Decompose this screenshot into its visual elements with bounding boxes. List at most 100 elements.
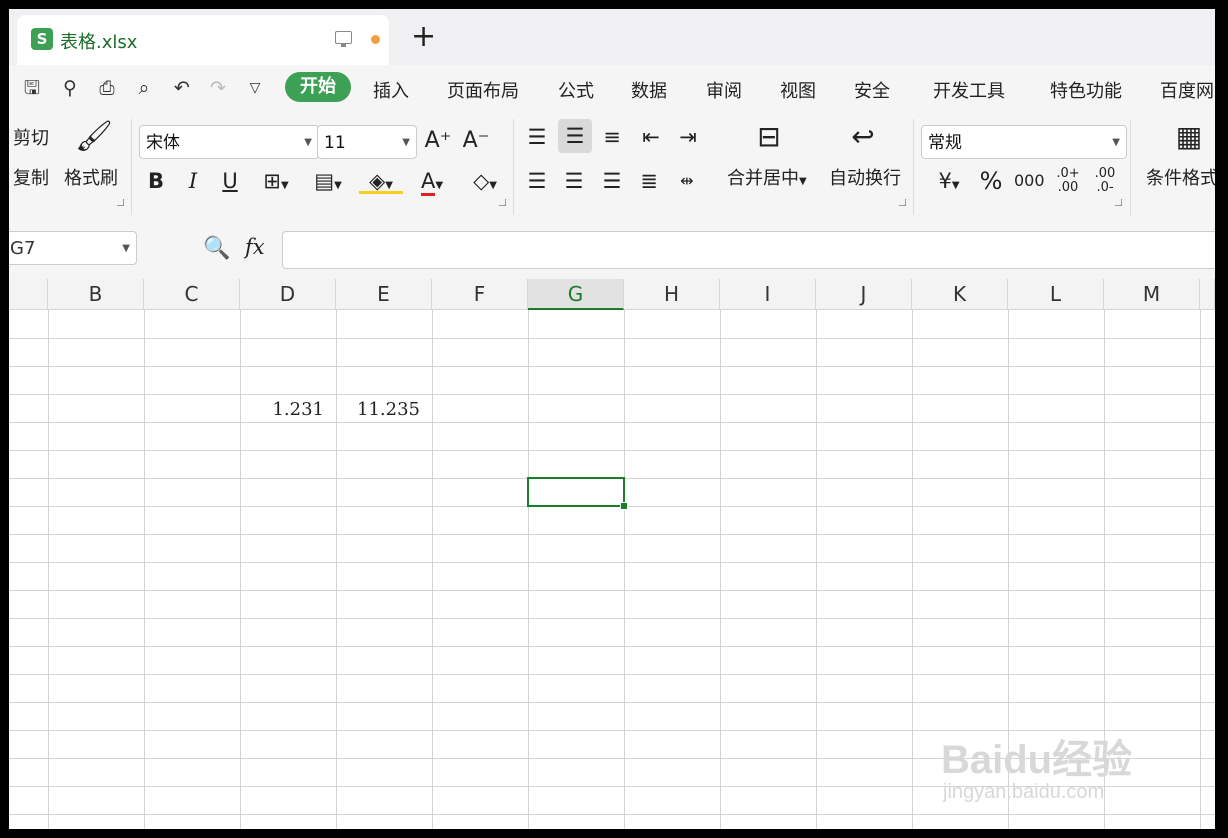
bold-button[interactable]: B — [142, 167, 170, 195]
column-header-n[interactable] — [1200, 279, 1215, 310]
conditional-format-button[interactable]: 条件格式 — [1146, 164, 1215, 190]
conditional-format-icon: ▦ — [1175, 120, 1203, 153]
chevron-down-icon: ▼ — [402, 137, 410, 148]
column-header-k[interactable]: K — [912, 279, 1008, 310]
column-header-d[interactable]: D — [240, 279, 336, 310]
tab-developer[interactable]: 开发工具 — [933, 77, 1005, 103]
fx-button[interactable]: fx — [245, 235, 265, 259]
decrease-font-size-icon[interactable]: A⁻ — [461, 127, 491, 155]
underline-button[interactable]: U — [216, 167, 244, 195]
font-dialog-launcher[interactable] — [499, 199, 506, 206]
decrease-decimal-icon[interactable]: .00.0- — [1090, 167, 1120, 195]
tab-page-layout[interactable]: 页面布局 — [447, 77, 519, 103]
ribbon-separator — [513, 119, 514, 215]
print-icon[interactable]: ⎙ — [94, 75, 120, 101]
copy-button[interactable]: 复制 — [13, 164, 49, 190]
document-tab[interactable]: S 表格.xlsx — [17, 15, 389, 65]
column-header-h[interactable]: H — [624, 279, 720, 310]
more-dropdown-icon[interactable]: ▽ — [242, 75, 268, 101]
merge-center-label: 合并居中 — [727, 168, 799, 189]
align-right-icon[interactable]: ☰ — [598, 167, 626, 195]
currency-icon[interactable]: ¥▼ — [927, 167, 971, 200]
align-bottom-icon[interactable]: ≡ — [598, 123, 626, 151]
tab-bar: S 表格.xlsx + — [9, 9, 1215, 65]
ribbon-separator — [1130, 119, 1131, 215]
monitor-icon[interactable] — [335, 31, 352, 47]
alignment-dialog-launcher[interactable] — [899, 199, 906, 206]
new-tab-plus-icon[interactable]: + — [411, 21, 436, 53]
format-painter-icon: 🖌 — [75, 119, 114, 154]
column-header-i[interactable]: I — [720, 279, 816, 310]
format-painter-button[interactable]: 格式刷 — [64, 164, 118, 190]
ribbon: 剪切 复制 🖌 格式刷 宋体 ▼ 11 ▼ A⁺ A⁻ B I U ⊞▼ ▤▼ ◈▼… — [9, 111, 1215, 222]
tab-view[interactable]: 视图 — [780, 77, 816, 103]
increase-decimal-icon[interactable]: .0+ .00 — [1053, 167, 1083, 195]
column-header-l[interactable]: L — [1008, 279, 1104, 310]
cell-e4[interactable]: 11.235 — [336, 399, 420, 420]
selected-cell-g7[interactable] — [527, 477, 625, 507]
clear-eraser-icon[interactable]: ◇▼ — [463, 167, 507, 200]
column-header-m[interactable]: M — [1104, 279, 1200, 310]
chevron-down-icon: ▼ — [304, 137, 312, 148]
font-color-letter: A — [420, 169, 436, 196]
name-box-value: G7 — [10, 238, 36, 259]
tab-review[interactable]: 审阅 — [706, 77, 742, 103]
watermark-url: jingyan.baidu.com — [943, 781, 1105, 803]
tab-insert[interactable]: 插入 — [373, 77, 409, 103]
tab-data[interactable]: 数据 — [631, 77, 667, 103]
decrease-indent-icon[interactable]: ⇤ — [637, 123, 665, 151]
font-name-select[interactable]: 宋体 ▼ — [139, 125, 319, 159]
increase-font-size-icon[interactable]: A⁺ — [423, 127, 453, 155]
tab-home[interactable]: 开始 — [285, 72, 351, 102]
thousands-separator-icon[interactable]: 000 — [1014, 167, 1045, 195]
undo-icon[interactable]: ↶ — [169, 75, 195, 101]
format-painter-quick-icon[interactable]: ⚲ — [57, 75, 83, 101]
tab-security[interactable]: 安全 — [854, 77, 890, 103]
save-icon[interactable]: 🖫 — [19, 75, 45, 101]
redo-icon[interactable]: ↷ — [205, 75, 231, 101]
font-color-button[interactable]: A▼ — [410, 167, 454, 200]
number-format-value: 常规 — [928, 133, 962, 153]
print-preview-icon[interactable]: ⌕ — [131, 75, 157, 101]
zoom-search-icon[interactable]: 🔍 — [203, 235, 231, 263]
column-header-e[interactable]: E — [336, 279, 432, 310]
tab-special-features[interactable]: 特色功能 — [1050, 77, 1122, 103]
tab-formulas[interactable]: 公式 — [558, 77, 594, 103]
column-header-j[interactable]: J — [816, 279, 912, 310]
column-header-g[interactable]: G — [528, 279, 624, 310]
justify-icon[interactable]: ≣ — [635, 167, 663, 195]
merge-center-button[interactable]: 合并居中▼ — [727, 164, 807, 190]
column-header-b[interactable]: B — [48, 279, 144, 310]
align-center-icon[interactable]: ☰ — [560, 167, 588, 195]
number-dialog-launcher[interactable] — [1115, 199, 1122, 206]
cut-button[interactable]: 剪切 — [13, 124, 49, 150]
spreadsheet-grid[interactable]: B C D E F G H I J K L M 1.231 11.235 Bai… — [9, 279, 1215, 829]
name-box[interactable]: G7 ▼ — [9, 231, 137, 265]
borders-icon[interactable]: ⊞▼ — [254, 167, 298, 200]
align-left-icon[interactable]: ☰ — [523, 167, 551, 195]
font-size-select[interactable]: 11 ▼ — [317, 125, 417, 159]
wrap-text-button[interactable]: 自动换行 — [829, 164, 901, 190]
distributed-icon[interactable]: ⇹ — [673, 167, 701, 195]
watermark-text: Baidu经验 — [941, 738, 1133, 782]
column-header-c[interactable]: C — [144, 279, 240, 310]
number-format-select[interactable]: 常规 ▼ — [921, 125, 1127, 159]
fill-color-icon[interactable]: ◈▼ — [359, 167, 403, 194]
cell-d4[interactable]: 1.231 — [240, 399, 324, 420]
menu-bar: 🖫 ⚲ ⎙ ⌕ ↶ ↷ ▽ 开始 插入 页面布局 公式 数据 审阅 视图 安全 … — [9, 65, 1215, 111]
formula-input[interactable] — [282, 231, 1215, 269]
fill-style-icon[interactable]: ▤▼ — [306, 167, 350, 200]
italic-button[interactable]: I — [179, 167, 207, 195]
align-middle-icon[interactable]: ☰ — [558, 119, 592, 153]
merge-center-icon: ⊟ — [757, 120, 781, 153]
fill-handle[interactable] — [620, 502, 628, 510]
percent-button[interactable]: % — [977, 167, 1005, 195]
wrap-text-icon: ↩ — [851, 120, 875, 153]
increase-indent-icon[interactable]: ⇥ — [674, 123, 702, 151]
clipboard-dialog-launcher[interactable] — [117, 199, 124, 206]
align-top-icon[interactable]: ☰ — [523, 123, 551, 151]
tab-baidu-netdisk[interactable]: 百度网 — [1160, 77, 1214, 103]
document-tab-title: 表格.xlsx — [60, 32, 138, 53]
column-header-f[interactable]: F — [432, 279, 528, 310]
font-size-value: 11 — [324, 133, 346, 153]
